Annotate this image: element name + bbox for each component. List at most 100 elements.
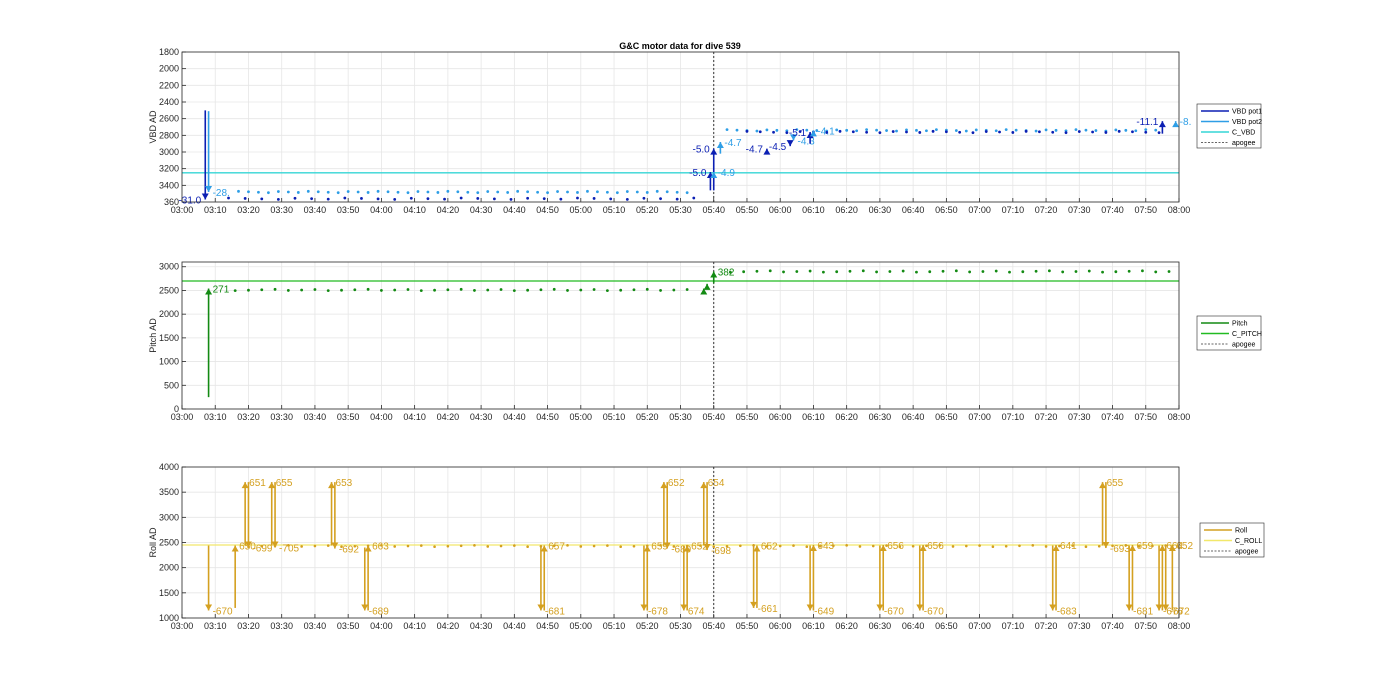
- vbd-pot1-point: [492, 197, 496, 201]
- roll-point: [326, 544, 330, 547]
- x-tick-label: 07:10: [1002, 205, 1025, 215]
- x-tick-label: 07:50: [1135, 205, 1158, 215]
- pitch-move-label: 271: [213, 285, 230, 296]
- vbd-pot2-move-label: -28.: [213, 188, 230, 199]
- x-tick-label: 08:00: [1168, 205, 1191, 215]
- vbd-pot1-point: [772, 130, 775, 134]
- x-tick-label: 04:40: [503, 205, 526, 215]
- pitch-point: [313, 288, 317, 291]
- vbd-pot2-point: [436, 191, 440, 194]
- vbd-pot1-point: [851, 130, 855, 134]
- x-tick-label: 07:40: [1101, 412, 1124, 422]
- x-tick-label: 07:40: [1101, 205, 1124, 215]
- pitch-point: [233, 289, 237, 293]
- x-tick-label: 06:40: [902, 621, 925, 631]
- vbd-pot1-point: [260, 197, 264, 201]
- x-tick-label: 06:40: [902, 412, 925, 422]
- vbd-pot2-point: [556, 190, 559, 193]
- pitch-point: [260, 288, 264, 292]
- vbd-pot2-point: [346, 190, 350, 193]
- pitch-point: [366, 287, 370, 291]
- y-tick-label: 2000: [159, 64, 179, 74]
- x-tick-label: 03:10: [204, 621, 227, 631]
- y-tick-label: 1000: [159, 613, 179, 623]
- vbd-pot2-point: [964, 129, 968, 133]
- pitch-point: [835, 270, 839, 274]
- vbd-pot2-point: [566, 190, 569, 194]
- x-tick-label: 04:50: [536, 205, 559, 215]
- pitch-point: [915, 270, 918, 274]
- vbd-pot2-point: [925, 129, 928, 133]
- vbd-pot1-point: [675, 197, 679, 201]
- roll-point: [845, 544, 848, 547]
- vbd-pot2-point: [765, 128, 769, 132]
- roll-point: [1031, 544, 1035, 547]
- vbd-pot1-point: [459, 196, 463, 200]
- vbd-pot2-point: [267, 191, 270, 195]
- roll-move-label: 655: [276, 478, 293, 489]
- vbd-pot1-point: [1051, 130, 1055, 134]
- pitch-point: [1047, 269, 1051, 273]
- x-tick-label: 07:20: [1035, 621, 1058, 631]
- roll-move-label: -670: [884, 606, 904, 617]
- x-tick-label: 07:00: [968, 205, 991, 215]
- vbd-pot2-point: [486, 190, 490, 193]
- pitch-point: [406, 288, 410, 291]
- vbd-pot2-point: [1004, 128, 1008, 132]
- vbd-pot1-point: [1024, 129, 1028, 133]
- pitch-point: [1087, 269, 1091, 273]
- vbd-pot2-point: [296, 191, 300, 194]
- vbd-pot2-point: [366, 191, 370, 194]
- roll-move-label: 659: [1136, 541, 1153, 552]
- pitch-point: [340, 288, 343, 292]
- x-tick-label: 03:20: [237, 205, 260, 215]
- chart-title: G&C motor data for dive 539: [619, 41, 741, 51]
- vbd-pot1-point: [659, 197, 662, 201]
- x-tick-label: 03:30: [270, 412, 293, 422]
- vbd-pot1-point: [360, 197, 363, 200]
- vbd-pot1-point: [1011, 131, 1015, 134]
- x-tick-label: 05:00: [570, 412, 593, 422]
- pitch-point: [875, 270, 878, 274]
- vbd-pot1-point: [625, 197, 629, 201]
- y-tick-label: 2200: [159, 80, 179, 90]
- vbd-pot2-point: [645, 191, 649, 194]
- roll-point: [579, 545, 583, 548]
- legend: Pitch C_PITCHapogee: [1196, 315, 1262, 351]
- y-tick-label: 0: [174, 404, 179, 414]
- vbd-pot1-point: [509, 197, 513, 201]
- vbd-pot1-point: [984, 130, 988, 133]
- pitch-point: [539, 288, 543, 292]
- vbd-pot1-point: [971, 131, 975, 135]
- y-tick-label: 2600: [159, 114, 179, 124]
- vbd-pot2-point: [635, 190, 639, 194]
- vbd-pot2-point: [775, 128, 779, 132]
- vbd-pot1-point: [878, 131, 882, 135]
- x-tick-label: 05:50: [736, 621, 759, 631]
- roll-point: [911, 544, 915, 548]
- pitch-move-label: 382: [718, 267, 735, 278]
- roll-point: [513, 544, 516, 547]
- vbd-pot2-point: [257, 190, 260, 194]
- vbd-pot1-point: [326, 197, 330, 201]
- legend-entry: C_ROLL: [1235, 538, 1262, 545]
- x-tick-label: 06:50: [935, 412, 958, 422]
- vbd-pot2-point: [276, 190, 280, 193]
- legend-entry: VBD pot2: [1232, 119, 1262, 126]
- vbd-pot2-point: [466, 190, 470, 194]
- y-tick-label: 2400: [159, 97, 179, 107]
- x-tick-label: 05:30: [669, 412, 692, 422]
- roll-point: [965, 544, 968, 548]
- pitch-point: [486, 288, 490, 292]
- vbd-pot2-point: [306, 189, 310, 193]
- vbd-pot2-point: [1114, 128, 1118, 132]
- vbd-pot2-move-label: -4.7: [724, 138, 742, 149]
- x-tick-label: 03:30: [270, 621, 293, 631]
- vbd-pot1-point: [310, 197, 314, 201]
- vbd-pot1-point: [476, 197, 480, 200]
- x-tick-label: 06:30: [869, 205, 892, 215]
- x-tick-label: 07:50: [1135, 412, 1158, 422]
- x-tick-label: 07:00: [968, 621, 991, 631]
- pitch-point: [1167, 270, 1171, 273]
- roll-point: [805, 545, 809, 549]
